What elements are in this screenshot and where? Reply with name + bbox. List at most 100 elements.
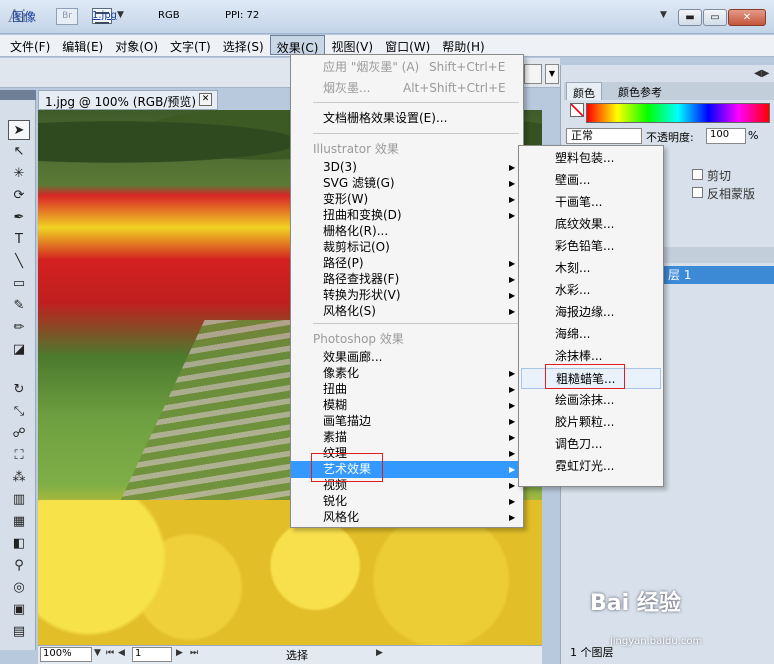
blend-mode-select[interactable]: 正常 — [566, 128, 642, 144]
pen-tool-icon[interactable]: ✒ — [8, 208, 30, 228]
tab-color[interactable]: 颜色 — [566, 82, 602, 100]
chevron-right-icon: ▶ — [509, 385, 516, 394]
opacity-input[interactable]: 100 — [706, 128, 746, 144]
paintbrush-tool-icon[interactable]: ✎ — [8, 296, 30, 316]
close-icon[interactable]: ✕ — [199, 93, 212, 106]
artboard-number-field[interactable]: 1 — [132, 647, 172, 662]
mesh-tool-icon[interactable]: ▦ — [8, 512, 30, 532]
menu-view[interactable]: 视图(V) — [325, 35, 379, 55]
submenu-palette-knife[interactable]: 调色刀... — [521, 434, 661, 455]
layer-row[interactable]: 层 1 — [664, 266, 774, 284]
free-transform-tool-icon[interactable]: ⛶ — [8, 446, 30, 466]
menu-window[interactable]: 窗口(W) — [379, 35, 436, 55]
selection-tool-icon[interactable]: ➤ — [8, 120, 30, 140]
first-artboard-icon[interactable]: ⏮ — [106, 648, 114, 658]
menu-type[interactable]: 文字(T) — [164, 35, 217, 55]
bridge-icon[interactable]: Br — [56, 8, 78, 25]
submenu-watercolor[interactable]: 水彩... — [521, 280, 661, 301]
submenu-cutout[interactable]: 木刻... — [521, 258, 661, 279]
menu-file[interactable]: 文件(F) — [4, 35, 56, 55]
eyedropper-tool-icon[interactable]: ⚲ — [8, 556, 30, 576]
menu-crop-marks[interactable]: 裁剪标记(O) — [291, 239, 523, 256]
status-chevron-right-icon[interactable]: ▶ — [376, 648, 383, 658]
submenu-poster-edges[interactable]: 海报边缘... — [521, 302, 661, 323]
menu-pixelate-label: 像素化 — [323, 366, 360, 380]
symbol-sprayer-tool-icon[interactable]: ⁂ — [8, 468, 30, 488]
pencil-tool-icon[interactable]: ✏ — [8, 318, 30, 338]
menu-pixelate[interactable]: 像素化 ▶ — [291, 365, 523, 382]
watermark-url: jingyan.baidu.com — [610, 636, 703, 647]
submenu-film-grain[interactable]: 胶片颗粒... — [521, 412, 661, 433]
column-graph-icon[interactable]: ▤ — [8, 622, 30, 642]
submenu-plastic-wrap[interactable]: 塑料包装... — [521, 148, 661, 169]
menu-3d-label: 3D(3) — [323, 160, 357, 174]
clip-checkbox[interactable] — [692, 169, 703, 180]
magic-wand-tool-icon[interactable]: ✳ — [8, 164, 30, 184]
document-tab[interactable]: 1.jpg @ 100% (RGB/预览) — [38, 90, 218, 110]
submenu-sponge[interactable]: 海绵... — [521, 324, 661, 345]
warp-tool-icon[interactable]: ☍ — [8, 424, 30, 444]
image-label: 图像 — [12, 10, 37, 24]
menu-brush-strokes[interactable]: 画笔描边 ▶ — [291, 413, 523, 430]
menu-distort[interactable]: 扭曲 ▶ — [291, 381, 523, 398]
maximize-button[interactable]: ▭ — [703, 9, 727, 26]
menu-path[interactable]: 路径(P) ▶ — [291, 255, 523, 272]
control-dropdown-icon[interactable]: ▼ — [545, 64, 559, 84]
graph-tool-icon[interactable]: ▥ — [8, 490, 30, 510]
menu-edit[interactable]: 编辑(E) — [56, 35, 109, 55]
color-spectrum[interactable] — [586, 103, 770, 123]
panel-collapse-icon[interactable]: ◀▶ — [754, 68, 769, 79]
zoom-chevron-down-icon[interactable]: ▼ — [94, 648, 101, 658]
previous-artboard-icon[interactable]: ◀ — [118, 648, 125, 658]
minimize-button[interactable]: ▬ — [678, 9, 702, 26]
lasso-tool-icon[interactable]: ⟳ — [8, 186, 30, 206]
submenu-underpainting[interactable]: 底纹效果... — [521, 214, 661, 235]
submenu-colored-pencil[interactable]: 彩色铅笔... — [521, 236, 661, 257]
menu-convert-to-shape[interactable]: 转换为形状(V) ▶ — [291, 287, 523, 304]
menu-stylize-photoshop[interactable]: 风格化 ▶ — [291, 509, 523, 526]
invert-mask-checkbox[interactable] — [692, 187, 703, 198]
menu-distort-transform[interactable]: 扭曲和变换(D) ▶ — [291, 207, 523, 224]
last-artboard-icon[interactable]: ⏭ — [190, 648, 198, 658]
gradient-tool-icon[interactable]: ◧ — [8, 534, 30, 554]
submenu-dry-brush[interactable]: 干画笔... — [521, 192, 661, 213]
menu-sharpen[interactable]: 锐化 ▶ — [291, 493, 523, 510]
tab-color-guide[interactable]: 颜色参考 — [612, 82, 668, 100]
menu-effect-gallery[interactable]: 效果画廊... — [291, 349, 523, 366]
blend-tool-icon[interactable]: ◎ — [8, 578, 30, 598]
direct-selection-tool-icon[interactable]: ↖ — [8, 142, 30, 162]
menu-blur[interactable]: 模糊 ▶ — [291, 397, 523, 414]
menu-help[interactable]: 帮助(H) — [436, 35, 490, 55]
menu-rasterize[interactable]: 栅格化(R)... — [291, 223, 523, 240]
menu-svg-filters[interactable]: SVG 滤镜(G) ▶ — [291, 175, 523, 192]
workspace-chevron-down-icon[interactable]: ▼ — [660, 10, 667, 20]
type-tool-icon[interactable]: T — [8, 230, 30, 250]
menu-warp[interactable]: 变形(W) ▶ — [291, 191, 523, 208]
menu-sketch[interactable]: 素描 ▶ — [291, 429, 523, 446]
menu-object[interactable]: 对象(O) — [109, 35, 164, 55]
control-options-button[interactable] — [524, 64, 542, 84]
live-paint-tool-icon[interactable]: ▣ — [8, 600, 30, 620]
close-button[interactable]: ✕ — [728, 9, 766, 26]
chevron-right-icon: ▶ — [509, 417, 516, 426]
rectangle-tool-icon[interactable]: ▭ — [8, 274, 30, 294]
menu-document-raster-settings[interactable]: 文档栅格效果设置(E)... — [291, 110, 523, 127]
line-tool-icon[interactable]: ╲ — [8, 252, 30, 272]
submenu-paint-daubs[interactable]: 绘画涂抹... — [521, 390, 661, 411]
menu-pathfinder[interactable]: 路径查找器(F) ▶ — [291, 271, 523, 288]
submenu-fresco[interactable]: 壁画... — [521, 170, 661, 191]
submenu-neon-glow[interactable]: 霓虹灯光... — [521, 456, 661, 477]
linked-file-link[interactable]: 1.jpg — [92, 10, 117, 21]
tools-panel-header[interactable] — [0, 90, 36, 100]
next-artboard-icon[interactable]: ▶ — [176, 648, 183, 658]
eraser-tool-icon[interactable]: ◪ — [8, 340, 30, 360]
menu-3d[interactable]: 3D(3) ▶ — [291, 159, 523, 176]
menu-effect[interactable]: 效果(C) — [269, 35, 326, 55]
rotate-tool-icon[interactable]: ↻ — [8, 380, 30, 400]
none-color-swatch[interactable] — [570, 103, 584, 117]
menu-stylize-illustrator[interactable]: 风格化(S) ▶ — [291, 303, 523, 320]
zoom-level-field[interactable]: 100% — [40, 647, 92, 662]
chevron-down-icon[interactable]: ▼ — [117, 10, 124, 20]
menu-select[interactable]: 选择(S) — [217, 35, 270, 55]
scale-tool-icon[interactable]: ⤡ — [8, 402, 30, 422]
